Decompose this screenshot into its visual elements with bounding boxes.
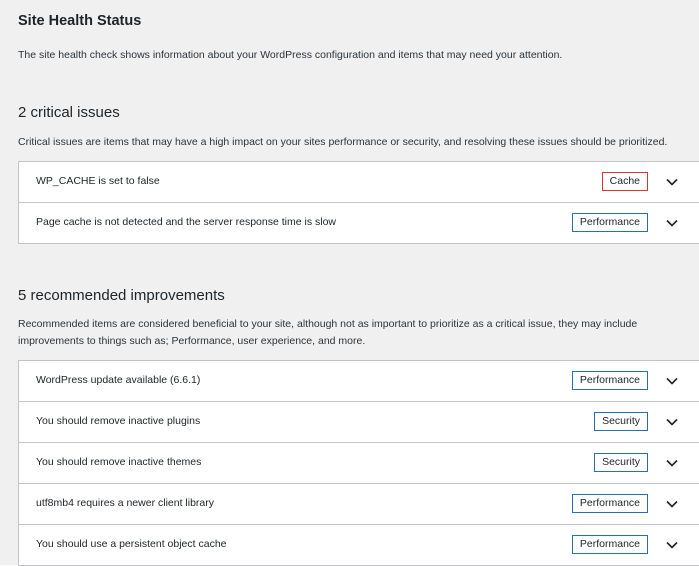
issue-badge-cache: Cache bbox=[601, 172, 648, 191]
item-title: You should use a persistent object cache bbox=[36, 538, 227, 550]
recommended-improvements-description: Recommended items are considered benefic… bbox=[18, 318, 638, 347]
recommended-improvements-heading: 5 recommended improvements bbox=[18, 287, 225, 304]
recommended-item-row[interactable]: utf8mb4 requires a newer client library … bbox=[19, 484, 699, 525]
chevron-down-icon[interactable] bbox=[665, 415, 679, 429]
critical-issue-row[interactable]: Page cache is not detected and the serve… bbox=[19, 203, 699, 244]
critical-issues-list: WP_CACHE is set to false Cache Page cach… bbox=[18, 161, 699, 244]
issue-title: Page cache is not detected and the serve… bbox=[36, 216, 336, 228]
issue-badge-performance: Performance bbox=[571, 213, 648, 232]
critical-issues-heading: 2 critical issues bbox=[18, 104, 120, 121]
site-health-panel: Site Health Status The site health check… bbox=[0, 0, 699, 566]
item-badge-performance: Performance bbox=[571, 371, 648, 390]
item-title: WordPress update available (6.6.1) bbox=[36, 374, 201, 386]
chevron-down-icon[interactable] bbox=[665, 456, 679, 470]
recommended-item-row[interactable]: You should remove inactive plugins Secur… bbox=[19, 402, 699, 443]
item-title: You should remove inactive plugins bbox=[36, 415, 201, 427]
chevron-down-icon[interactable] bbox=[665, 538, 679, 552]
recommended-item-row[interactable]: You should use a persistent object cache… bbox=[19, 525, 699, 566]
critical-issues-description: Critical issues are items that may have … bbox=[18, 136, 668, 148]
page-title: Site Health Status bbox=[18, 13, 142, 29]
recommended-improvements-list: WordPress update available (6.6.1) Perfo… bbox=[18, 360, 699, 566]
page-description: The site health check shows information … bbox=[18, 49, 563, 61]
item-badge-performance: Performance bbox=[571, 535, 648, 554]
item-badge-security: Security bbox=[594, 412, 648, 431]
item-badge-performance: Performance bbox=[571, 494, 648, 513]
chevron-down-icon[interactable] bbox=[665, 374, 679, 388]
item-title: You should remove inactive themes bbox=[36, 456, 202, 468]
critical-issue-row[interactable]: WP_CACHE is set to false Cache bbox=[19, 162, 699, 203]
item-badge-security: Security bbox=[594, 453, 648, 472]
chevron-down-icon[interactable] bbox=[665, 497, 679, 511]
issue-title: WP_CACHE is set to false bbox=[36, 175, 160, 187]
recommended-item-row[interactable]: You should remove inactive themes Securi… bbox=[19, 443, 699, 484]
recommended-item-row[interactable]: WordPress update available (6.6.1) Perfo… bbox=[19, 361, 699, 402]
item-title: utf8mb4 requires a newer client library bbox=[36, 497, 214, 509]
chevron-down-icon[interactable] bbox=[665, 216, 679, 230]
chevron-down-icon[interactable] bbox=[665, 175, 679, 189]
